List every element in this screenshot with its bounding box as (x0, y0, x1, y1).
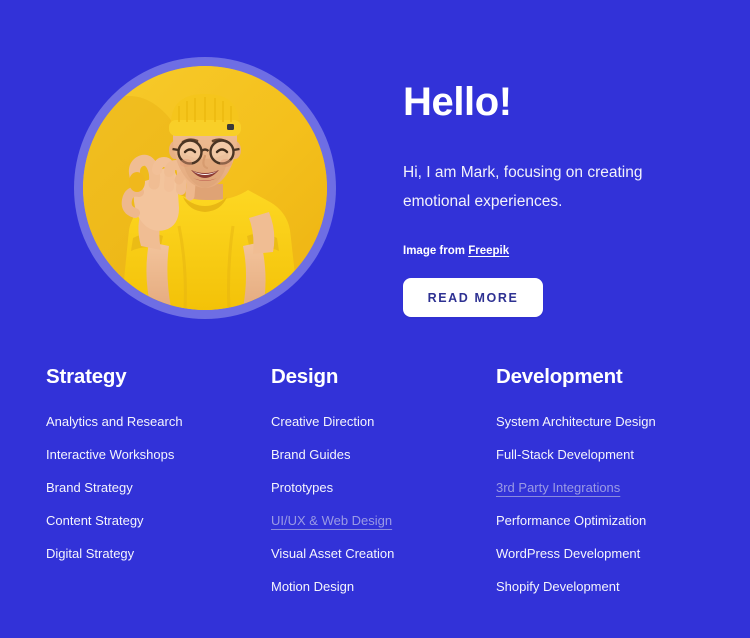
list-item: Digital Strategy (46, 537, 225, 570)
list-item: Interactive Workshops (46, 438, 225, 471)
hero-copy: Hello! Hi, I am Mark, focusing on creati… (403, 78, 723, 317)
avatar-ring (74, 57, 336, 319)
column-design: Design Creative Direction Brand Guides P… (225, 362, 450, 603)
column-list-strategy: Analytics and Research Interactive Works… (46, 405, 225, 570)
list-item: Brand Strategy (46, 471, 225, 504)
service-link[interactable]: Shopify Development (496, 570, 620, 603)
column-list-development: System Architecture Design Full-Stack De… (496, 405, 750, 603)
list-item: Creative Direction (271, 405, 450, 438)
freepik-link[interactable]: Freepik (468, 245, 509, 257)
column-development: Development System Architecture Design F… (450, 362, 750, 603)
list-item: Prototypes (271, 471, 450, 504)
column-title-development: Development (496, 365, 623, 388)
portrait-photo (83, 66, 327, 310)
list-item: 3rd Party Integrations (496, 471, 750, 504)
column-list-design: Creative Direction Brand Guides Prototyp… (271, 405, 450, 603)
service-link[interactable]: Digital Strategy (46, 537, 134, 570)
read-more-button[interactable]: READ MORE (403, 278, 543, 317)
hero-subtitle: Hi, I am Mark, focusing on creating emot… (403, 164, 643, 210)
list-item: Visual Asset Creation (271, 537, 450, 570)
column-title-strategy: Strategy (46, 365, 127, 388)
list-item: Brand Guides (271, 438, 450, 471)
service-link[interactable]: Analytics and Research (46, 405, 183, 438)
column-strategy: Strategy Analytics and Research Interact… (0, 362, 225, 603)
service-link[interactable]: Motion Design (271, 570, 354, 603)
list-item: Content Strategy (46, 504, 225, 537)
list-item: Shopify Development (496, 570, 750, 603)
service-link[interactable]: System Architecture Design (496, 405, 656, 438)
service-link-active[interactable]: UI/UX & Web Design (271, 504, 399, 537)
services-columns: Strategy Analytics and Research Interact… (0, 362, 750, 603)
column-title-design: Design (271, 365, 339, 388)
hero-section: Hello! Hi, I am Mark, focusing on creati… (0, 0, 750, 355)
image-credit: Image from Freepik (403, 243, 723, 259)
image-credit-prefix: Image from (403, 245, 469, 257)
list-item: System Architecture Design (496, 405, 750, 438)
service-link[interactable]: Brand Strategy (46, 471, 133, 504)
list-item: UI/UX & Web Design (271, 504, 450, 537)
list-item: Motion Design (271, 570, 450, 603)
service-link[interactable]: Full-Stack Development (496, 438, 634, 471)
service-link[interactable]: Prototypes (271, 471, 333, 504)
service-link[interactable]: Performance Optimization (496, 504, 646, 537)
service-link[interactable]: Creative Direction (271, 405, 374, 438)
page-title: Hello! (403, 80, 512, 124)
landing-page: Hello! Hi, I am Mark, focusing on creati… (0, 0, 750, 638)
list-item: Performance Optimization (496, 504, 750, 537)
service-link[interactable]: Content Strategy (46, 504, 144, 537)
list-item: Full-Stack Development (496, 438, 750, 471)
list-item: Analytics and Research (46, 405, 225, 438)
avatar (83, 66, 327, 310)
service-link-active[interactable]: 3rd Party Integrations (496, 471, 627, 504)
list-item: WordPress Development (496, 537, 750, 570)
service-link[interactable]: Visual Asset Creation (271, 537, 394, 570)
service-link[interactable]: Interactive Workshops (46, 438, 174, 471)
service-link[interactable]: Brand Guides (271, 438, 351, 471)
service-link[interactable]: WordPress Development (496, 537, 640, 570)
